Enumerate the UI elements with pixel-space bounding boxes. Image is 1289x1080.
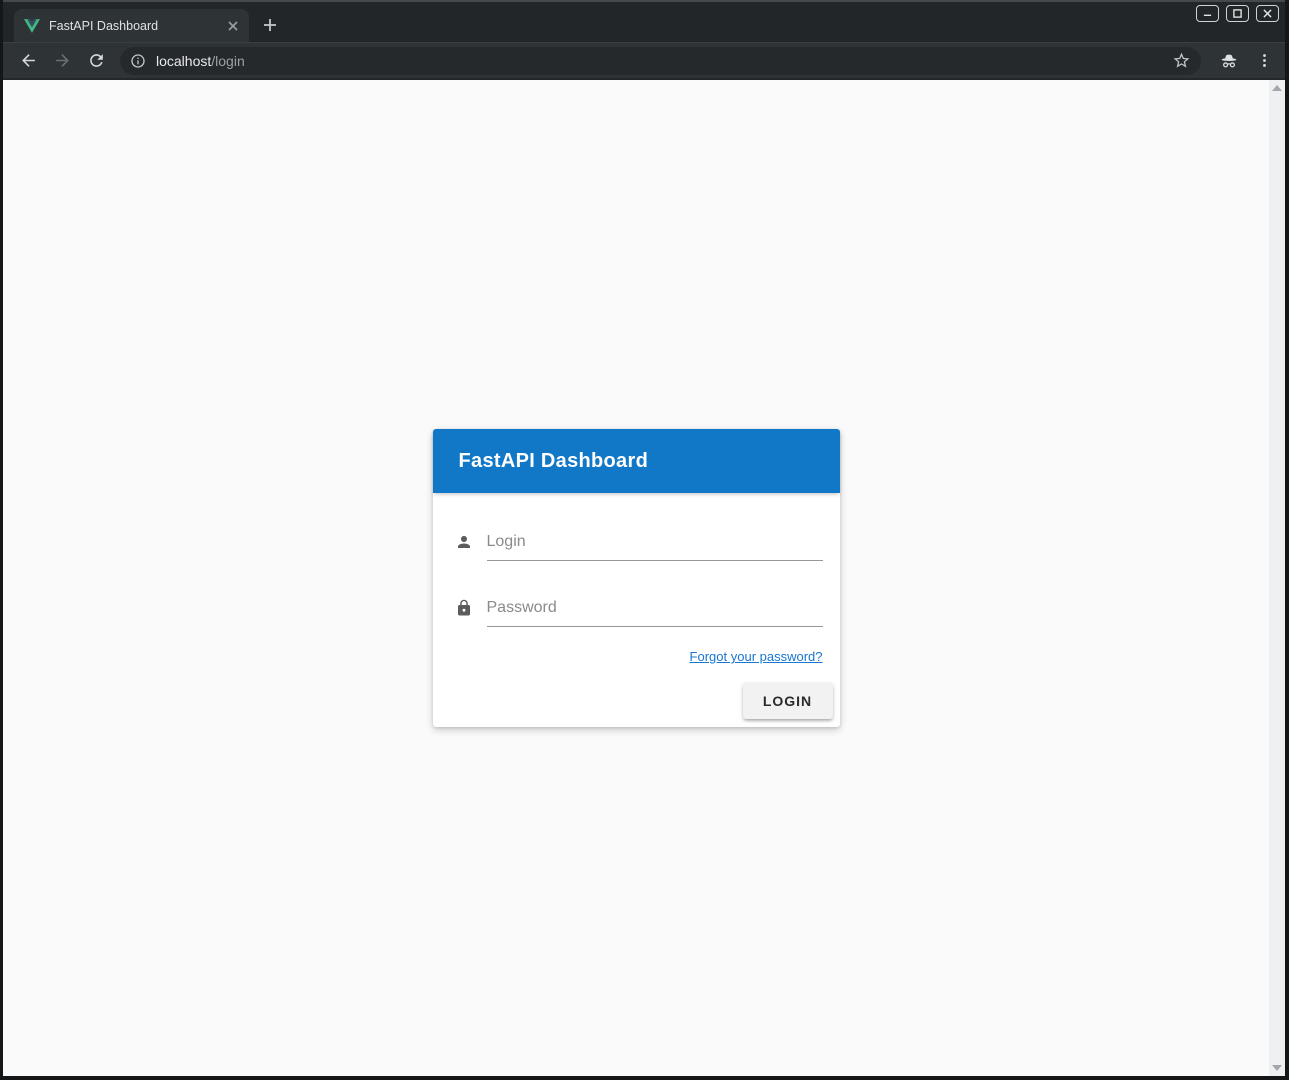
password-field-row xyxy=(455,599,823,627)
card-actions: LOGIN xyxy=(455,683,833,719)
password-input[interactable] xyxy=(487,599,823,627)
card-title: FastAPI Dashboard xyxy=(459,450,649,473)
new-tab-button[interactable] xyxy=(256,11,284,39)
reload-icon xyxy=(87,51,106,70)
card-body: Forgot your password? LOGIN xyxy=(433,493,840,727)
login-field-row xyxy=(455,533,823,561)
bookmark-star-icon[interactable] xyxy=(1169,49,1193,73)
url-text[interactable]: localhost/login xyxy=(156,53,245,69)
vue-logo-icon xyxy=(24,18,40,34)
minimize-button[interactable] xyxy=(1196,5,1219,22)
page-content: FastAPI Dashboard xyxy=(3,80,1285,1076)
tab-strip: FastAPI Dashboard xyxy=(3,0,1285,42)
url-host: localhost xyxy=(156,53,211,69)
scroll-up-arrow-icon[interactable] xyxy=(1272,85,1282,91)
login-input[interactable] xyxy=(487,533,823,561)
back-button[interactable] xyxy=(14,47,42,75)
login-button[interactable]: LOGIN xyxy=(743,683,833,719)
browser-menu-button[interactable] xyxy=(1251,48,1277,74)
page-info-icon[interactable] xyxy=(130,53,146,69)
close-button[interactable] xyxy=(1256,5,1279,22)
window-controls xyxy=(1196,5,1279,22)
forgot-password-row: Forgot your password? xyxy=(455,648,823,666)
incognito-icon xyxy=(1215,48,1243,74)
login-card: FastAPI Dashboard xyxy=(433,429,840,727)
card-header: FastAPI Dashboard xyxy=(433,429,840,493)
forward-arrow-icon xyxy=(53,51,72,70)
address-bar[interactable]: localhost/login xyxy=(120,47,1201,75)
tab-close-icon[interactable] xyxy=(224,17,241,34)
tab-title: FastAPI Dashboard xyxy=(49,19,224,33)
browser-tab[interactable]: FastAPI Dashboard xyxy=(14,9,249,42)
browser-toolbar: localhost/login xyxy=(3,42,1285,80)
reload-button[interactable] xyxy=(82,47,110,75)
login-card-wrapper: FastAPI Dashboard xyxy=(3,80,1269,1076)
browser-window: FastAPI Dashboard xyxy=(0,0,1289,1080)
lock-icon xyxy=(455,599,473,617)
more-vert-icon xyxy=(1256,52,1273,69)
forward-button[interactable] xyxy=(48,47,76,75)
forgot-password-link[interactable]: Forgot your password? xyxy=(690,649,823,664)
person-icon xyxy=(455,533,473,551)
scroll-down-arrow-icon[interactable] xyxy=(1272,1065,1282,1071)
maximize-button[interactable] xyxy=(1226,5,1249,22)
back-arrow-icon xyxy=(19,51,38,70)
page-scrollbar[interactable] xyxy=(1269,80,1285,1076)
url-path: /login xyxy=(211,53,244,69)
